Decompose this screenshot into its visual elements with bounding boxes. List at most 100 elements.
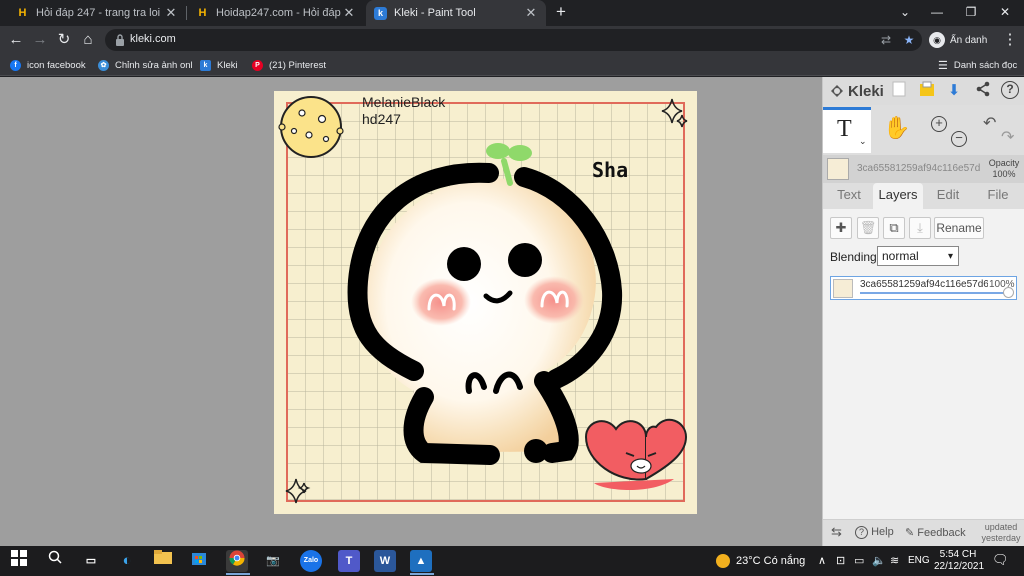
layer-opacity-slider-handle[interactable] xyxy=(1003,287,1014,298)
close-icon[interactable]: ✕ xyxy=(164,5,178,21)
tab-text[interactable]: Text xyxy=(827,183,871,209)
chrome-icon[interactable] xyxy=(226,550,248,572)
network-icon[interactable]: ⊡ xyxy=(836,554,845,567)
home-button[interactable]: ⌂ xyxy=(78,30,98,50)
canvas-workspace[interactable]: MelanieBlack hd247 Sha xyxy=(0,77,822,546)
lock-icon xyxy=(116,34,124,46)
zoom-in-icon[interactable]: + xyxy=(931,116,947,132)
teams-icon[interactable]: T xyxy=(338,550,360,572)
help-icon[interactable]: ? xyxy=(1001,81,1019,99)
store-icon[interactable] xyxy=(188,550,210,572)
close-icon[interactable]: ✕ xyxy=(342,5,356,21)
undo-icon[interactable]: ↶ xyxy=(983,113,996,133)
hoidap-favicon-icon: H xyxy=(18,7,27,19)
sidebar-tabs: Text Layers Edit File xyxy=(823,183,1024,209)
add-layer-button[interactable]: ✚ xyxy=(830,217,852,239)
chevron-down-icon[interactable]: ⌄ xyxy=(859,136,867,147)
photos-icon[interactable]: ▲ xyxy=(410,550,432,572)
zalo-icon[interactable]: Zalo xyxy=(300,550,322,572)
tab-strip: H Hỏi đáp 247 - trang tra loi ✕ H Hoidap… xyxy=(0,0,1024,26)
weather-widget[interactable]: 23°C Có nắng xyxy=(716,554,805,568)
updated-status: updated yesterday xyxy=(979,522,1023,544)
tab-file[interactable]: File xyxy=(975,183,1021,209)
updated-line2: yesterday xyxy=(981,533,1021,543)
sun-icon xyxy=(716,554,730,568)
active-app-indicator xyxy=(410,573,434,575)
word-icon[interactable]: W xyxy=(374,550,396,572)
edge-icon[interactable]: ◐ xyxy=(116,550,138,572)
layer-opacity-slider[interactable] xyxy=(860,292,1009,294)
layer-thumbnail xyxy=(827,158,849,180)
save-icon[interactable] xyxy=(917,81,937,101)
menu-kebab-icon[interactable]: ⋮ xyxy=(1000,30,1020,50)
kleki-app: MelanieBlack hd247 Sha Kleki ⬇ ? T ⌄ ✋ +… xyxy=(0,77,1024,546)
tab-hoidap247-online[interactable]: H Hoidap247.com - Hỏi đáp online ✕ xyxy=(188,0,364,26)
translate-icon[interactable]: ⇄ xyxy=(878,32,894,48)
blending-mode-select[interactable]: normal ▾ xyxy=(877,246,959,266)
close-window-button[interactable]: ✕ xyxy=(988,0,1022,26)
back-button[interactable]: ← xyxy=(6,30,26,50)
drawing-canvas[interactable]: MelanieBlack hd247 Sha xyxy=(274,91,697,514)
reading-list-button[interactable]: ☰ Danh sách đọc xyxy=(938,57,1017,73)
facebook-icon: f xyxy=(10,59,21,71)
tab-hoidap247-trang-tra-loi[interactable]: H Hỏi đáp 247 - trang tra loi ✕ xyxy=(8,0,186,26)
bookmark-icon-facebook[interactable]: f icon facebook xyxy=(10,57,86,73)
chevron-down-icon: ▾ xyxy=(947,251,953,262)
reading-list-label: Danh sách đọc xyxy=(953,59,1018,71)
forward-button[interactable]: → xyxy=(30,30,50,50)
battery-icon[interactable]: ▭ xyxy=(854,554,864,567)
bookmark-star-icon[interactable]: ★ xyxy=(901,32,917,48)
tab-search-chevron-icon[interactable]: ⌄ xyxy=(888,0,922,26)
delete-layer-button[interactable]: 🗑 xyxy=(857,217,879,239)
kleki-favicon-icon: k xyxy=(374,6,387,20)
browser-toolbar: ← → ↻ ⌂ kleki.com ⇄ ★ ◉ Ẩn danh ⋮ xyxy=(0,26,1024,54)
feedback-button[interactable]: ✎ Feedback xyxy=(905,526,966,539)
rename-button[interactable]: Rename xyxy=(934,217,984,239)
layer-row[interactable]: 3ca65581259af94c116e57d6e 100% xyxy=(830,276,1017,300)
merge-layer-button[interactable]: ⤓ xyxy=(909,217,931,239)
restore-button[interactable]: ❐ xyxy=(954,0,988,26)
tab-kleki-paint-tool[interactable]: k Kleki - Paint Tool ✕ xyxy=(366,0,546,26)
signature-name: MelanieBlack xyxy=(362,94,446,110)
new-image-icon[interactable] xyxy=(889,81,909,101)
swap-sides-icon[interactable]: ⇆ xyxy=(831,524,842,540)
redo-icon[interactable]: ↷ xyxy=(1001,127,1014,147)
zoom-out-icon[interactable]: − xyxy=(951,131,967,147)
task-view-icon[interactable]: ▭ xyxy=(80,550,102,572)
download-icon[interactable]: ⬇ xyxy=(944,81,964,101)
layers-panel: ✚ 🗑 ⧉ ⤓ Rename Blending normal ▾ 3ca6558… xyxy=(823,209,1024,546)
search-icon[interactable] xyxy=(44,550,66,572)
tab-edit[interactable]: Edit xyxy=(925,183,971,209)
tab-layers[interactable]: Layers xyxy=(873,183,923,209)
new-tab-button[interactable]: + xyxy=(552,3,570,21)
bookmark-pinterest[interactable]: P (21) Pinterest xyxy=(252,57,326,73)
windows-start-icon[interactable] xyxy=(8,550,30,572)
clock-time: 5:54 CH xyxy=(939,549,977,560)
close-icon[interactable]: ✕ xyxy=(524,5,538,21)
incognito-profile-button[interactable]: ◉ Ẩn danh xyxy=(929,30,987,50)
file-explorer-icon[interactable] xyxy=(152,550,174,572)
minimize-button[interactable]: — xyxy=(920,0,954,26)
text-tool-icon: T xyxy=(837,116,852,142)
notification-icon[interactable]: 🗨 xyxy=(992,552,1009,568)
blending-label: Blending xyxy=(830,250,877,264)
reload-button[interactable]: ↻ xyxy=(54,30,74,50)
bookmark-chinh-sua-anh[interactable]: ✿ Chỉnh sửa ảnh onl xyxy=(98,57,193,73)
kleki-logo[interactable]: Kleki xyxy=(829,83,884,100)
address-bar[interactable]: kleki.com ⇄ ★ xyxy=(105,29,922,51)
url-text[interactable]: kleki.com xyxy=(130,33,176,45)
help-button[interactable]: ? Help xyxy=(855,526,894,539)
bookmark-kleki[interactable]: k Kleki xyxy=(200,57,238,73)
duplicate-layer-button[interactable]: ⧉ xyxy=(883,217,905,239)
text-tool-button[interactable]: T ⌄ xyxy=(823,107,871,153)
active-app-indicator xyxy=(226,573,250,575)
wifi-icon[interactable]: ≋ xyxy=(890,554,899,567)
chevron-up-icon[interactable]: ∧ xyxy=(818,554,826,567)
hand-tool-icon[interactable]: ✋ xyxy=(883,115,910,141)
language-indicator[interactable]: ENG xyxy=(908,555,930,566)
pinterest-icon: P xyxy=(252,59,263,71)
clock[interactable]: 5:54 CH 22/12/2021 xyxy=(934,549,984,573)
share-icon[interactable] xyxy=(973,81,993,101)
volume-icon[interactable]: 🔈 xyxy=(872,554,886,567)
camera-icon[interactable]: 📷 xyxy=(262,550,284,572)
